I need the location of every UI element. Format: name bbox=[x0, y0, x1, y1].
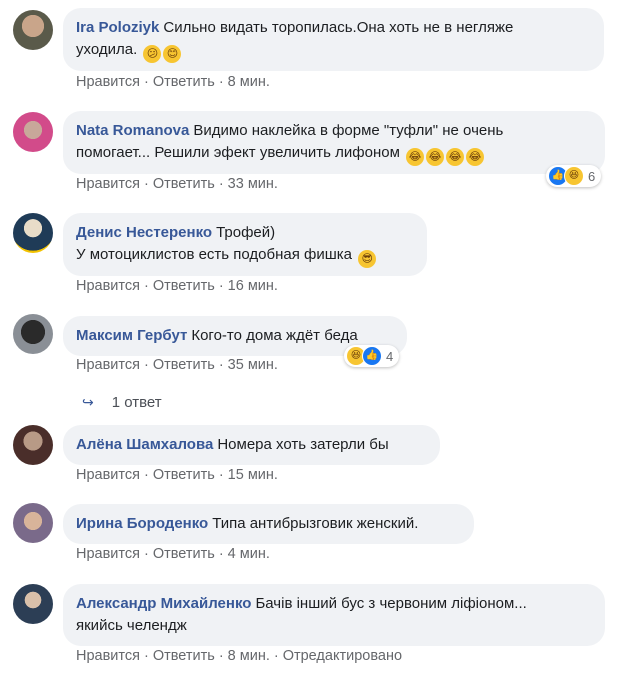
comment-text: Бачів інший бус з червоним ліфіоном... bbox=[255, 595, 527, 612]
comment-text: Трофей) bbox=[216, 224, 276, 241]
comment-text: Видимо наклейка в форме "туфли" не очень bbox=[193, 122, 504, 139]
comment-bubble: Ирина Бороденко Типа антибрызговик женски… bbox=[63, 504, 474, 544]
avatar[interactable] bbox=[13, 584, 53, 624]
comment-text: якийсь челендж bbox=[76, 617, 187, 634]
like-link[interactable]: Нравится bbox=[76, 467, 140, 483]
timestamp[interactable]: 33 мин. bbox=[228, 176, 278, 192]
comment-author[interactable]: Денис Нестеренко bbox=[76, 224, 212, 241]
like-link[interactable]: Нравится bbox=[76, 278, 140, 294]
reply-link[interactable]: Ответить bbox=[153, 546, 215, 562]
reply-link[interactable]: Ответить bbox=[153, 176, 215, 192]
comment-bubble: Ira Poloziyk Сильно видать торопилась.Она… bbox=[63, 8, 604, 71]
comment-author[interactable]: Nata Romanova bbox=[76, 122, 189, 139]
view-replies-link[interactable]: ↪ 1 ответ bbox=[82, 394, 162, 411]
reply-link[interactable]: Ответить bbox=[153, 648, 215, 664]
comment-text: У мотоциклистов есть подобная фишка bbox=[76, 246, 352, 263]
like-link[interactable]: Нравится bbox=[76, 357, 140, 373]
avatar[interactable] bbox=[13, 425, 53, 465]
comment-text: уходила. bbox=[76, 41, 138, 58]
laugh-emoji-icon: 😂 bbox=[446, 148, 465, 166]
comment-bubble: Денис Нестеренко Трофей) У мотоциклистов … bbox=[63, 213, 427, 276]
comment-author[interactable]: Ira Poloziyk bbox=[76, 19, 159, 36]
reply-link[interactable]: Ответить bbox=[153, 467, 215, 483]
reaction-count: 6 bbox=[588, 168, 596, 184]
reply-link[interactable]: Ответить bbox=[153, 278, 215, 294]
reply-link[interactable]: Ответить bbox=[153, 74, 215, 90]
comment-actions: Нравится · Ответить · 33 мин. bbox=[76, 176, 278, 192]
comment-bubble: Nata Romanova Видимо наклейка в форме "ту… bbox=[63, 111, 605, 174]
comment-actions: Нравится · Ответить · 16 мин. bbox=[76, 278, 278, 294]
like-reaction-icon: 👍 bbox=[362, 346, 382, 366]
like-link[interactable]: Нравится bbox=[76, 176, 140, 192]
comment-actions: Нравится · Ответить · 15 мин. bbox=[76, 467, 278, 483]
avatar[interactable] bbox=[13, 10, 53, 50]
comment-author[interactable]: Алёна Шамхалова bbox=[76, 436, 213, 453]
laugh-emoji-icon: 😂 bbox=[466, 148, 485, 166]
replies-count[interactable]: 1 ответ bbox=[112, 394, 162, 411]
reaction-summary[interactable]: 👍 😆 6 bbox=[546, 165, 602, 187]
timestamp[interactable]: 8 мин. bbox=[228, 648, 270, 664]
comment-author[interactable]: Максим Гербут bbox=[76, 327, 187, 344]
confused-emoji-icon: 😕 bbox=[143, 45, 162, 63]
comment-actions: Нравится · Ответить · 8 мин. · Отредактировано bbox=[76, 648, 403, 664]
comment-bubble: Алёна Шамхалова Номера хоть затерли бы bbox=[63, 425, 440, 465]
comment-text: Сильно видать торопилась.Она хоть не в н… bbox=[163, 19, 514, 36]
avatar[interactable] bbox=[13, 503, 53, 543]
laugh-emoji-icon: 😂 bbox=[406, 148, 425, 166]
avatar[interactable] bbox=[13, 213, 53, 253]
comment-actions: Нравится · Ответить · 35 мин. bbox=[76, 357, 278, 373]
timestamp[interactable]: 16 мин. bbox=[228, 278, 278, 294]
smile-emoji-icon: 😊 bbox=[163, 45, 182, 63]
avatar[interactable] bbox=[13, 314, 53, 354]
edited-label[interactable]: Отредактировано bbox=[283, 648, 402, 664]
comment-text: Номера хоть затерли бы bbox=[217, 436, 389, 453]
reply-arrow-icon: ↪ bbox=[82, 394, 94, 410]
reaction-count: 4 bbox=[386, 348, 394, 364]
comment-text: Типа антибрызговик женский. bbox=[212, 515, 419, 532]
comment-author[interactable]: Ирина Бороденко bbox=[76, 515, 208, 532]
timestamp[interactable]: 8 мин. bbox=[228, 74, 270, 90]
like-link[interactable]: Нравится bbox=[76, 546, 140, 562]
reply-link[interactable]: Ответить bbox=[153, 357, 215, 373]
like-link[interactable]: Нравится bbox=[76, 74, 140, 90]
comment-text: Кого-то дома ждёт беда bbox=[191, 327, 358, 344]
laugh-emoji-icon: 😂 bbox=[426, 148, 445, 166]
like-link[interactable]: Нравится bbox=[76, 648, 140, 664]
avatar[interactable] bbox=[13, 112, 53, 152]
timestamp[interactable]: 15 мин. bbox=[228, 467, 278, 483]
timestamp[interactable]: 4 мин. bbox=[228, 546, 270, 562]
timestamp[interactable]: 35 мин. bbox=[228, 357, 278, 373]
comment-author[interactable]: Александр Михайленко bbox=[76, 595, 251, 612]
haha-reaction-icon: 😆 bbox=[564, 166, 584, 186]
reaction-summary[interactable]: 😆 👍 4 bbox=[344, 345, 400, 367]
sunglasses-emoji-icon: 😎 bbox=[358, 250, 377, 268]
comment-bubble: Александр Михайленко Бачів інший бус з че… bbox=[63, 584, 605, 646]
comment-actions: Нравится · Ответить · 4 мин. bbox=[76, 546, 270, 562]
comment-actions: Нравится · Ответить · 8 мин. bbox=[76, 74, 270, 90]
comment-text: помогает... Решили эфект увеличить лифон… bbox=[76, 144, 400, 161]
